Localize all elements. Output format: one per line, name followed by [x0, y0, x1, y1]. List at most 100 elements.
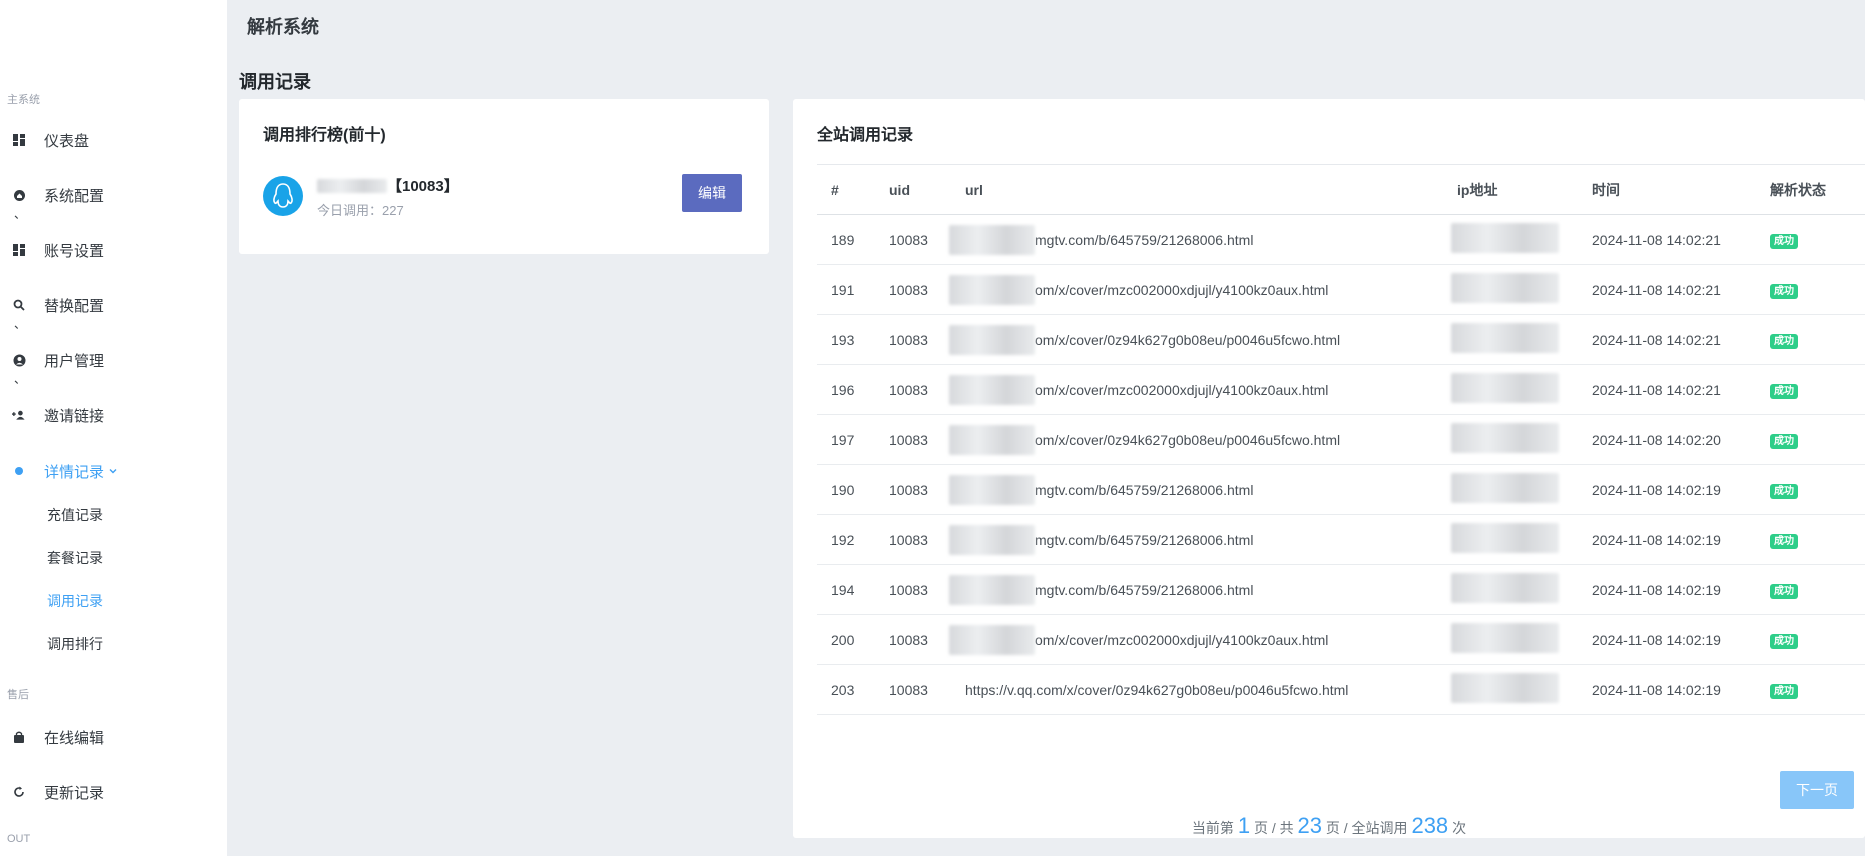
sidebar: 主系统 仪表盘 系统配置 、 账号设置 替换配置 、 用户管理 、 邀请链接 详… [0, 0, 227, 856]
table-row: 194 10083 mgtv.com/b/645759/21268006.html 2… [817, 564, 1865, 615]
cell-uid: 10083 [875, 664, 951, 715]
status-badge: 成功 [1770, 483, 1798, 499]
sidebar-item-label: 替换配置 [44, 297, 105, 315]
cell-status: 成功 [1756, 664, 1865, 715]
cell-url: om/x/cover/mzc002000xdjujl/y4100kz0aux.h… [949, 264, 1443, 315]
cell-time: 2024-11-08 14:02:19 [1578, 664, 1756, 715]
sidebar-sub-recharge[interactable]: 充值记录 [47, 505, 103, 525]
pager-total-calls: 238 [1411, 813, 1449, 838]
status-badge: 成功 [1770, 633, 1798, 649]
ranking-uid: 【10083】 [387, 178, 459, 195]
app-title: 解析系统 [247, 17, 319, 37]
page-title: 调用记录 [239, 72, 311, 92]
cell-uid: 10083 [875, 364, 951, 415]
pagination-summary: 当前第 1 页 / 共 23 页 / 全站调用 238 次 [793, 813, 1865, 839]
records-table: # uid url ip地址 时间 解析状态 189 10083 mgtv.com/… [817, 164, 1865, 715]
cell-status: 成功 [1756, 364, 1865, 415]
blurred-url-prefix [949, 525, 1035, 555]
status-badge: 成功 [1770, 333, 1798, 349]
cell-ip [1443, 314, 1578, 365]
cell-id: 190 [817, 464, 875, 515]
sidebar-item-invite-links[interactable]: 邀请链接 [12, 404, 104, 426]
refresh-icon [12, 785, 26, 799]
sidebar-item-replace-config[interactable]: 替换配置 [12, 294, 104, 316]
cell-ip [1443, 464, 1578, 515]
cell-time: 2024-11-08 14:02:21 [1578, 364, 1756, 415]
edit-button[interactable]: 编辑 [682, 174, 742, 212]
blurred-url-prefix [949, 475, 1035, 505]
cell-url: om/x/cover/mzc002000xdjujl/y4100kz0aux.h… [949, 364, 1443, 415]
sidebar-sub-call-records[interactable]: 调用记录 [47, 591, 103, 611]
cell-status: 成功 [1756, 464, 1865, 515]
cell-url: https://v.qq.com/x/cover/0z94k627g0b08eu… [951, 664, 1443, 715]
sidebar-item-detail-records[interactable]: 详情记录 [12, 460, 118, 482]
status-badge: 成功 [1770, 583, 1798, 599]
status-badge: 成功 [1770, 433, 1798, 449]
blurred-url-prefix [949, 625, 1035, 655]
pager-page-unit: 页 / 共 [1253, 820, 1294, 836]
sidebar-item-label: 在线编辑 [44, 729, 105, 747]
table-row: 196 10083 om/x/cover/mzc002000xdjujl/y4100… [817, 364, 1865, 415]
pager-mid-text: 页 / 全站调用 [1325, 820, 1408, 836]
cell-time: 2024-11-08 14:02:19 [1578, 614, 1756, 665]
cell-id: 196 [817, 364, 875, 415]
pager-total-pages: 23 [1297, 813, 1322, 838]
status-badge: 成功 [1770, 233, 1798, 249]
sidebar-section-after: 售后 [7, 689, 29, 701]
sidebar-item-user-management[interactable]: 用户管理 [12, 349, 104, 371]
blurred-url-prefix [949, 575, 1035, 605]
sidebar-tick: 、 [14, 372, 27, 386]
sidebar-item-label: 系统配置 [44, 187, 105, 205]
sidebar-item-account-settings[interactable]: 账号设置 [12, 239, 104, 261]
cell-id: 193 [817, 314, 875, 365]
penguin-icon [273, 183, 293, 208]
search-icon [12, 298, 26, 312]
cell-url: om/x/cover/mzc002000xdjujl/y4100kz0aux.h… [949, 614, 1443, 665]
ranking-user: 【10083】 [317, 175, 459, 196]
sidebar-item-label: 用户管理 [44, 352, 105, 370]
blurred-username [317, 178, 387, 193]
sidebar-sub-package[interactable]: 套餐记录 [47, 548, 103, 568]
cell-id: 189 [817, 214, 875, 265]
blurred-ip [1451, 523, 1559, 553]
blurred-ip [1451, 473, 1559, 503]
cell-status: 成功 [1756, 314, 1865, 365]
cell-time: 2024-11-08 14:02:21 [1578, 264, 1756, 315]
cell-url: om/x/cover/0z94k627g0b08eu/p0046u5fcwo.h… [949, 314, 1443, 365]
status-badge: 成功 [1770, 383, 1798, 399]
cell-ip [1443, 564, 1578, 615]
blurred-ip [1451, 423, 1559, 453]
cell-time: 2024-11-08 14:02:20 [1578, 414, 1756, 465]
sidebar-item-online-edit[interactable]: 在线编辑 [12, 726, 104, 748]
table-row: 200 10083 om/x/cover/mzc002000xdjujl/y4100… [817, 614, 1865, 665]
cell-ip [1443, 264, 1578, 315]
user-circle-icon [12, 353, 26, 367]
cell-status: 成功 [1756, 514, 1865, 565]
column-header-url: url [951, 164, 1443, 215]
pager-prefix: 当前第 [1191, 820, 1234, 836]
sidebar-item-label: 账号设置 [44, 242, 105, 260]
sidebar-item-dashboard[interactable]: 仪表盘 [12, 129, 89, 151]
sidebar-item-system-config[interactable]: 系统配置 [12, 184, 104, 206]
sidebar-sub-call-ranking[interactable]: 调用排行 [47, 634, 103, 654]
blurred-url-prefix [949, 375, 1035, 405]
blurred-url-prefix [949, 325, 1035, 355]
cell-time: 2024-11-08 14:02:19 [1578, 514, 1756, 565]
cell-id: 197 [817, 414, 875, 465]
next-page-button[interactable]: 下一页 [1780, 771, 1854, 809]
blurred-ip [1451, 623, 1559, 653]
cell-ip [1443, 414, 1578, 465]
sidebar-tick: 、 [14, 207, 27, 221]
cell-time: 2024-11-08 14:02:21 [1578, 314, 1756, 365]
cell-url: mgtv.com/b/645759/21268006.html [949, 214, 1443, 265]
cell-url: mgtv.com/b/645759/21268006.html [949, 464, 1443, 515]
cell-status: 成功 [1756, 564, 1865, 615]
table-row: 190 10083 mgtv.com/b/645759/21268006.html 2… [817, 464, 1865, 515]
table-row: 197 10083 om/x/cover/0z94k627g0b08eu/p0046… [817, 414, 1865, 465]
sidebar-item-label: 更新记录 [44, 784, 105, 802]
user-group-icon [12, 408, 26, 422]
cell-time: 2024-11-08 14:02:19 [1578, 464, 1756, 515]
sidebar-item-label: 邀请链接 [44, 407, 105, 425]
sidebar-item-update-log[interactable]: 更新记录 [12, 781, 104, 803]
cell-ip [1443, 214, 1578, 265]
